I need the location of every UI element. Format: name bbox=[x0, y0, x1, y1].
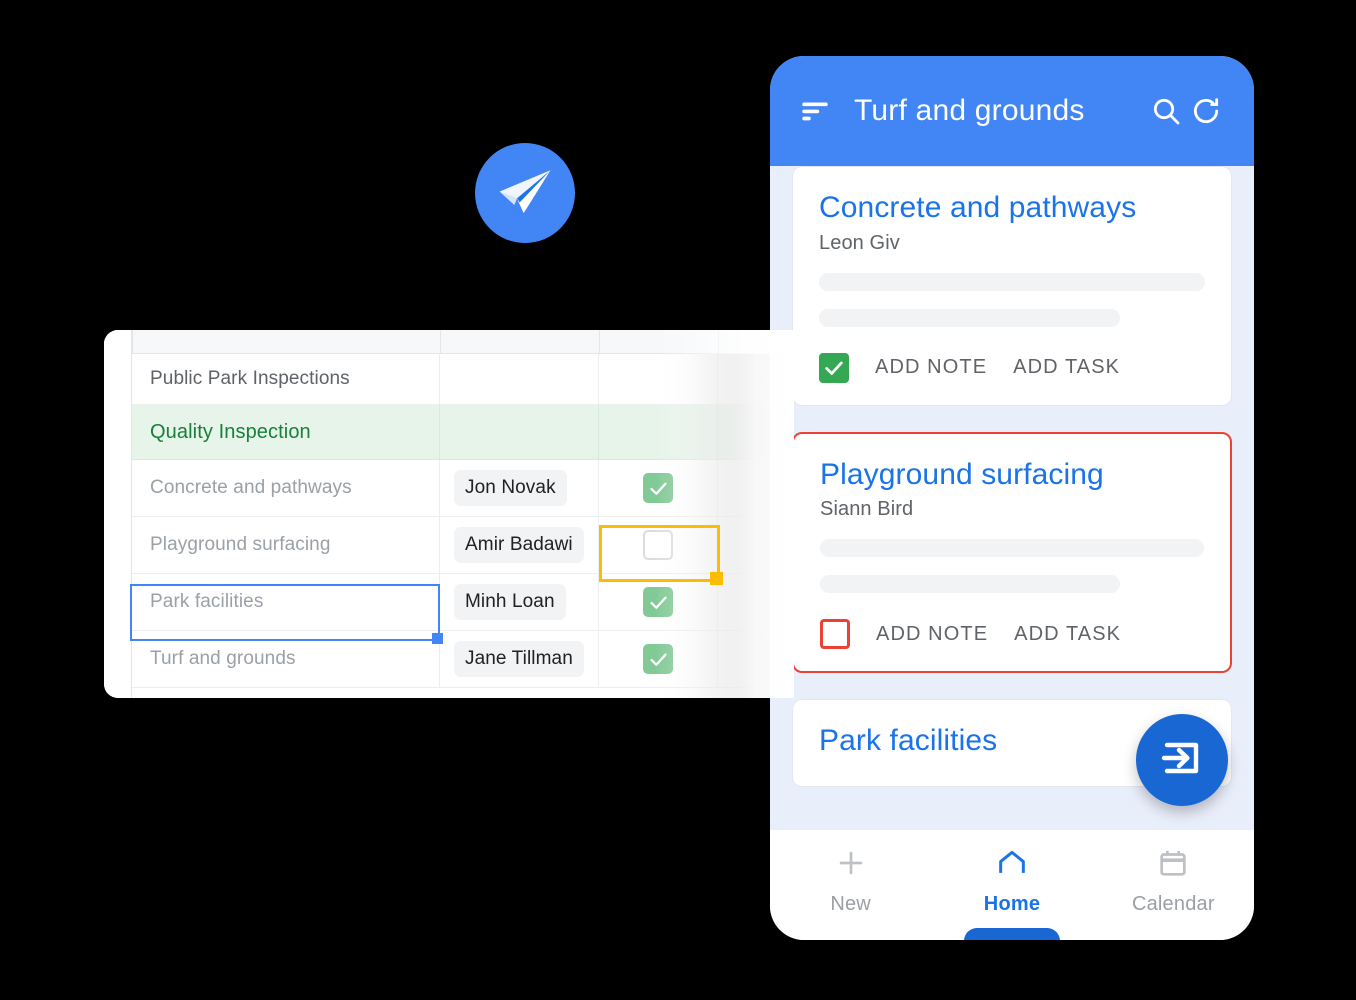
task-cell[interactable]: Concrete and pathways bbox=[132, 460, 440, 516]
sheet-section-cell-c[interactable] bbox=[599, 405, 718, 459]
assignee-chip: Jane Tillman bbox=[454, 641, 584, 677]
sheet-section-cell-b[interactable] bbox=[440, 405, 599, 459]
sheet-title-cell-b[interactable] bbox=[440, 354, 599, 404]
assignee-chip: Jon Novak bbox=[454, 470, 567, 506]
plus-icon bbox=[834, 846, 868, 885]
table-row[interactable]: Concrete and pathways Jon Novak bbox=[132, 460, 794, 517]
add-task-button[interactable]: ADD TASK bbox=[1014, 623, 1121, 646]
task-label: Turf and grounds bbox=[150, 648, 296, 669]
column-header-strip[interactable] bbox=[104, 330, 794, 354]
placeholder-line bbox=[820, 575, 1120, 593]
calendar-icon bbox=[1156, 846, 1190, 885]
checkbox-checked-icon[interactable] bbox=[643, 473, 673, 503]
sheet-title-row[interactable]: Public Park Inspections bbox=[132, 354, 794, 405]
sort-icon[interactable] bbox=[798, 94, 832, 128]
home-icon bbox=[995, 846, 1029, 885]
assignee-cell[interactable]: Jon Novak bbox=[440, 460, 599, 516]
nav-item-new[interactable]: New bbox=[770, 846, 931, 916]
card-title: Playground surfacing bbox=[820, 457, 1104, 491]
table-row[interactable]: Turf and grounds Jane Tillman bbox=[132, 631, 794, 688]
placeholder-line bbox=[820, 539, 1204, 557]
paper-plane-icon bbox=[493, 161, 557, 225]
task-label: Playground surfacing bbox=[150, 534, 331, 555]
card-title: Concrete and pathways bbox=[819, 191, 1137, 224]
table-row[interactable]: Park facilities Minh Loan bbox=[132, 574, 794, 631]
bottom-navigation: New Home Calendar bbox=[770, 830, 1254, 940]
sheet-section-row[interactable]: Quality Inspection bbox=[132, 405, 794, 460]
nav-item-calendar[interactable]: Calendar bbox=[1093, 846, 1254, 916]
nav-item-home[interactable]: Home bbox=[931, 846, 1092, 916]
task-card[interactable]: Concrete and pathways Leon Giv ADD NOTE … bbox=[792, 166, 1232, 406]
mobile-device: Turf and grounds Concrete and pathways L… bbox=[770, 56, 1254, 940]
app-bar-title: Turf and grounds bbox=[854, 94, 1085, 127]
login-arrow-icon bbox=[1158, 734, 1206, 787]
checkbox-unchecked-icon[interactable] bbox=[820, 619, 850, 649]
assignee-cell[interactable]: Jane Tillman bbox=[440, 631, 599, 687]
screenshot-root: Public Park Inspections Quality Inspecti… bbox=[0, 0, 1356, 1000]
add-note-button[interactable]: ADD NOTE bbox=[875, 356, 987, 379]
task-card[interactable]: Playground surfacing Siann Bird ADD NOTE… bbox=[792, 431, 1232, 673]
assignee-cell[interactable]: Amir Badawi bbox=[440, 517, 599, 573]
card-actions: ADD NOTE ADD TASK bbox=[819, 352, 1205, 383]
task-label: Park facilities bbox=[150, 591, 264, 612]
sheet-title-cell[interactable]: Public Park Inspections bbox=[132, 354, 440, 404]
nav-label: New bbox=[830, 893, 871, 915]
nav-label: Home bbox=[983, 893, 1041, 915]
spreadsheet-panel[interactable]: Public Park Inspections Quality Inspecti… bbox=[104, 330, 794, 698]
task-cell[interactable]: Playground surfacing bbox=[132, 517, 440, 573]
row-header-gutter[interactable] bbox=[104, 330, 132, 698]
checkbox-unchecked-icon[interactable] bbox=[643, 530, 673, 560]
task-cell[interactable]: Turf and grounds bbox=[132, 631, 440, 687]
placeholder-line bbox=[819, 272, 1205, 291]
status-cell[interactable] bbox=[599, 631, 718, 687]
checkbox-checked-icon[interactable] bbox=[643, 587, 673, 617]
checkbox-checked-icon[interactable] bbox=[643, 644, 673, 674]
home-indicator bbox=[964, 928, 1060, 940]
login-fab-button[interactable] bbox=[1136, 714, 1228, 806]
status-cell[interactable] bbox=[599, 460, 718, 516]
sheet-section-label[interactable]: Quality Inspection bbox=[132, 405, 440, 459]
task-cell[interactable]: Park facilities bbox=[132, 574, 440, 630]
assignee-chip: Minh Loan bbox=[454, 584, 566, 620]
sheet-title-cell-c[interactable] bbox=[599, 354, 718, 404]
status-cell[interactable] bbox=[599, 574, 718, 630]
add-note-button[interactable]: ADD NOTE bbox=[876, 623, 988, 646]
card-assignee: Siann Bird bbox=[820, 498, 914, 520]
add-task-button[interactable]: ADD TASK bbox=[1013, 356, 1120, 379]
app-bar: Turf and grounds bbox=[770, 56, 1254, 166]
paper-plane-logo bbox=[475, 143, 575, 243]
task-label: Concrete and pathways bbox=[150, 477, 352, 498]
assignee-chip: Amir Badawi bbox=[454, 527, 584, 563]
assignee-cell[interactable]: Minh Loan bbox=[440, 574, 599, 630]
refresh-icon[interactable] bbox=[1186, 91, 1226, 131]
card-assignee: Leon Giv bbox=[819, 231, 900, 254]
search-icon[interactable] bbox=[1146, 91, 1186, 131]
placeholder-line bbox=[819, 308, 1121, 327]
status-cell[interactable] bbox=[599, 517, 718, 573]
table-row[interactable]: Playground surfacing Amir Badawi bbox=[132, 517, 794, 574]
checkbox-checked-icon[interactable] bbox=[819, 352, 849, 383]
nav-label: Calendar bbox=[1131, 893, 1215, 915]
card-actions: ADD NOTE ADD TASK bbox=[820, 619, 1204, 649]
